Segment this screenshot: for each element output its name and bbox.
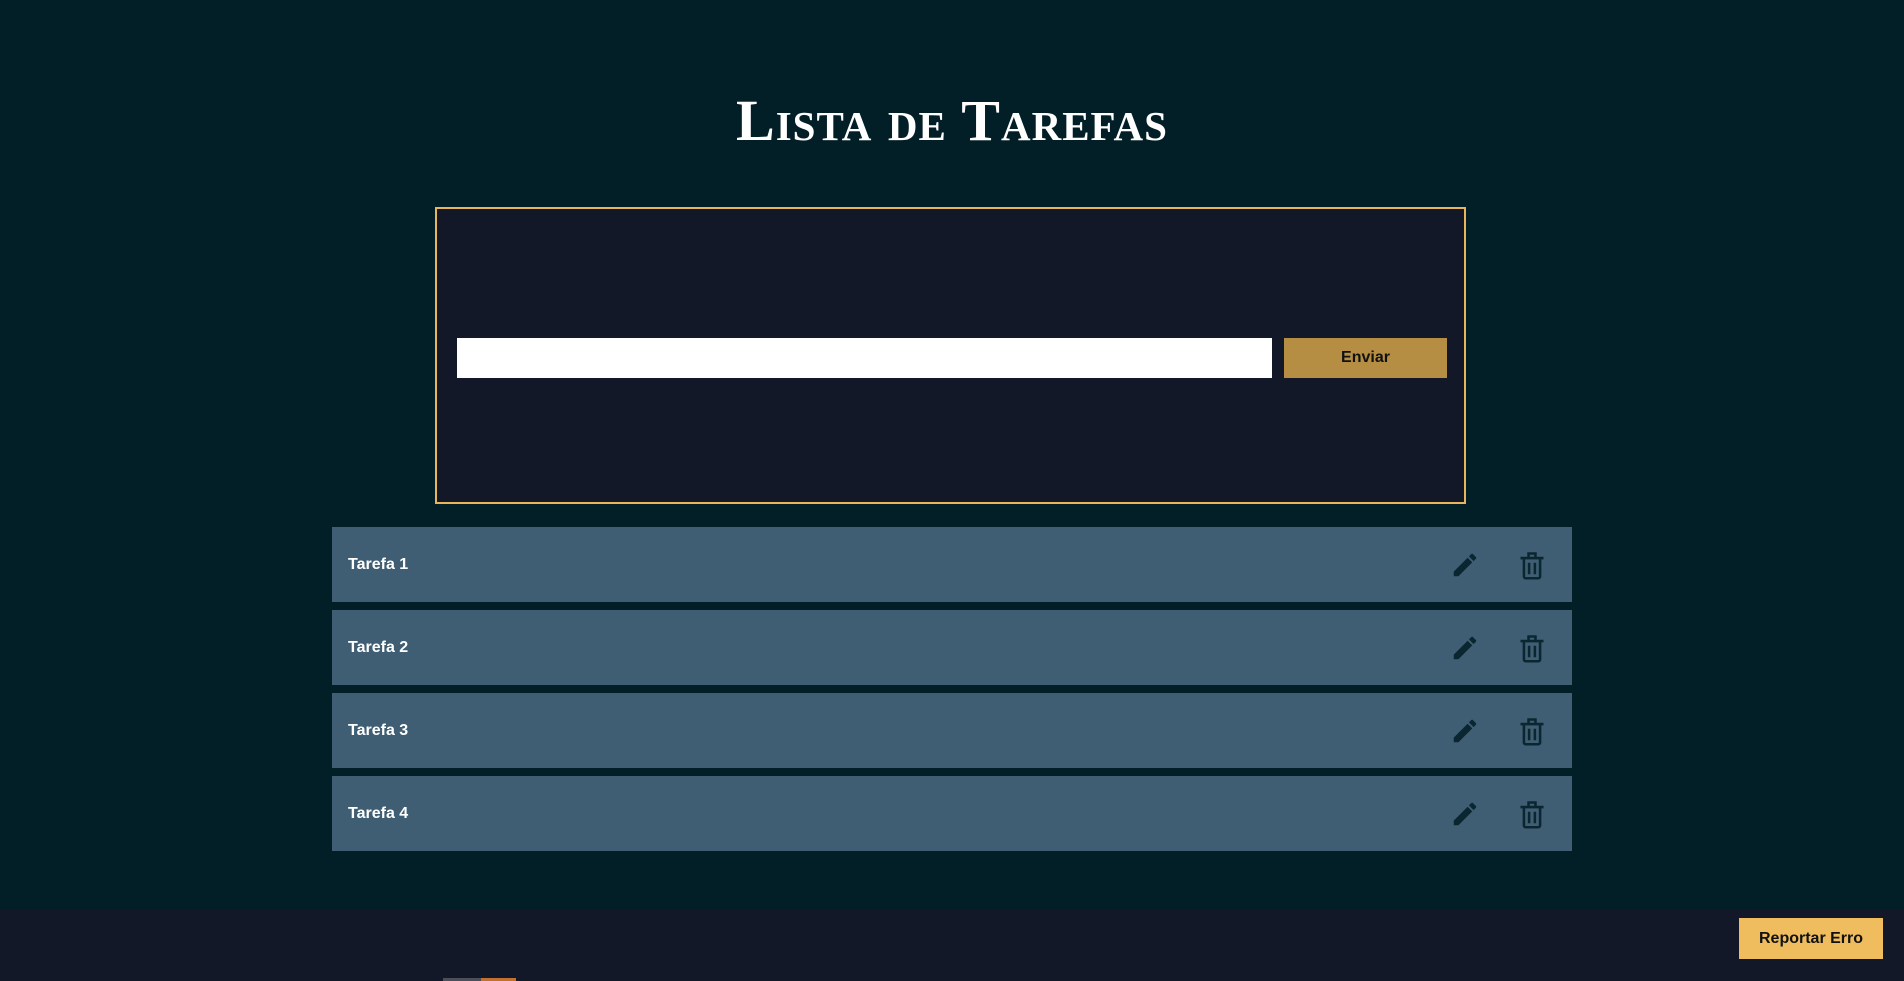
page-title: Lista de Tarefas — [736, 88, 1168, 153]
trash-icon[interactable] — [1516, 715, 1548, 747]
send-button[interactable]: Enviar — [1284, 338, 1447, 378]
task-item: Tarefa 2 — [332, 610, 1572, 685]
task-label: Tarefa 2 — [348, 639, 409, 656]
task-form: Enviar — [435, 207, 1466, 504]
task-label: Tarefa 4 — [348, 805, 409, 822]
task-list: Tarefa 1 Tarefa 2 Tarefa 3 Tarefa 4 — [332, 527, 1572, 859]
task-item: Tarefa 4 — [332, 776, 1572, 851]
report-error-button[interactable]: Reportar Erro — [1739, 918, 1883, 959]
pencil-icon[interactable] — [1449, 798, 1481, 830]
trash-icon[interactable] — [1516, 632, 1548, 664]
footer: Reportar Erro — [0, 910, 1904, 981]
pencil-icon[interactable] — [1449, 632, 1481, 664]
page: Lista de Tarefas Enviar Tarefa 1 Tarefa … — [0, 0, 1904, 981]
task-label: Tarefa 3 — [348, 722, 409, 739]
pencil-icon[interactable] — [1449, 549, 1481, 581]
task-item: Tarefa 3 — [332, 693, 1572, 768]
trash-icon[interactable] — [1516, 798, 1548, 830]
task-input[interactable] — [457, 338, 1272, 378]
pencil-icon[interactable] — [1449, 715, 1481, 747]
trash-icon[interactable] — [1516, 549, 1548, 581]
task-label: Tarefa 1 — [348, 556, 409, 573]
task-item: Tarefa 1 — [332, 527, 1572, 602]
